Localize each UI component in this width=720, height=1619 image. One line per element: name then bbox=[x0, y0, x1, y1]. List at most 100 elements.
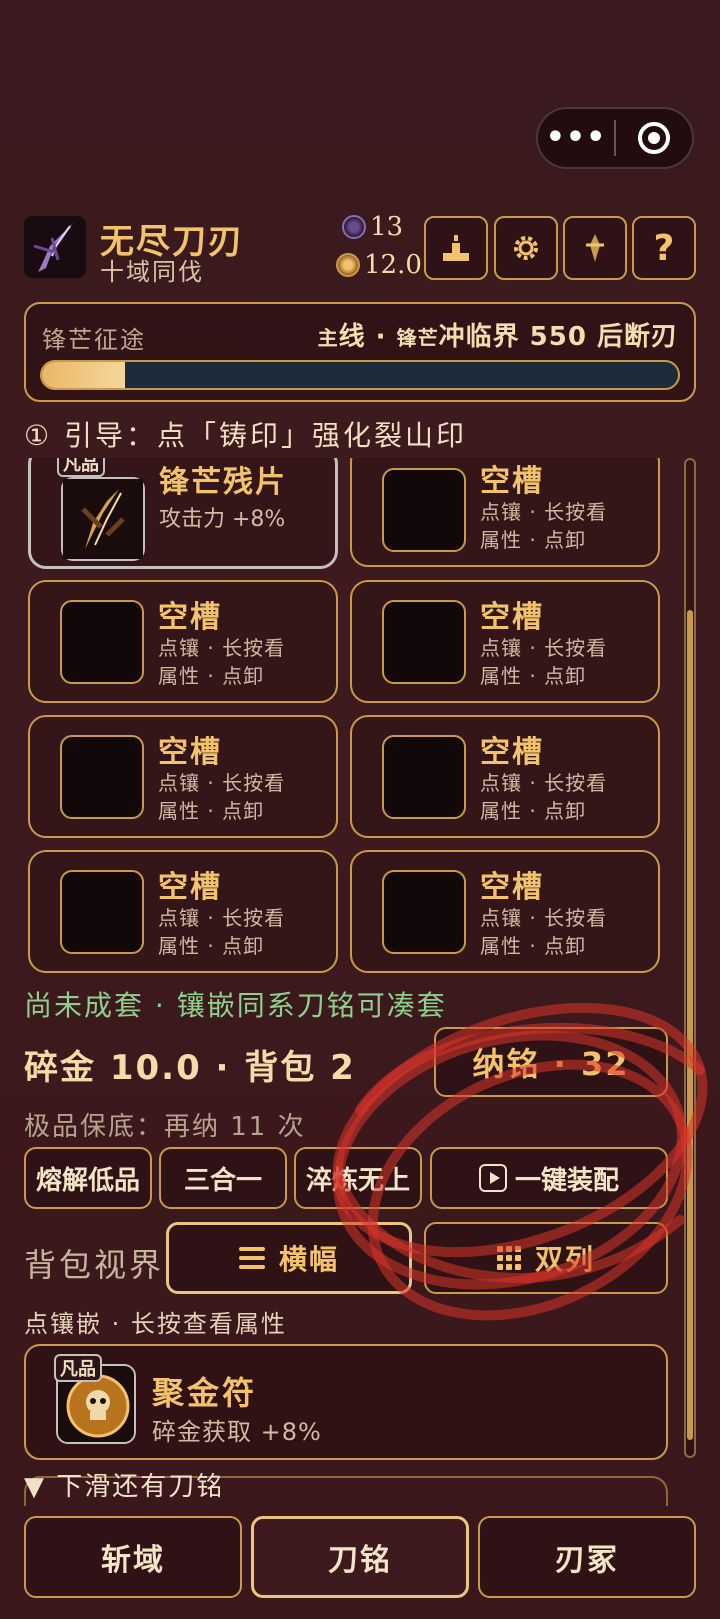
goal-dot: · bbox=[365, 322, 397, 352]
progress-label: 锋芒征途 bbox=[42, 326, 146, 354]
podium-icon bbox=[443, 235, 469, 261]
slot-name: 空槽 bbox=[158, 600, 222, 635]
goal-line: 线 bbox=[338, 322, 366, 352]
help-question-icon: ? bbox=[653, 227, 675, 269]
slot-hint-1: 点镶 · 长按看 bbox=[158, 906, 286, 930]
slot-hint-1: 点镶 · 长按看 bbox=[158, 771, 286, 795]
slot-name: 空槽 bbox=[158, 735, 222, 770]
slot-filled[interactable]: 凡品 锋芒残片 攻击力 +8% bbox=[28, 458, 338, 569]
slot-hint-2: 属性 · 点卸 bbox=[158, 934, 265, 958]
slot-empty-box bbox=[382, 735, 466, 819]
help-button[interactable]: ? bbox=[632, 216, 696, 280]
tab-zhanyu[interactable]: 斩域 bbox=[24, 1516, 242, 1598]
goal-blade: 锋 bbox=[396, 326, 418, 350]
collect-button[interactable]: 纳铭 · 32 bbox=[434, 1027, 668, 1097]
slot-name: 空槽 bbox=[480, 870, 544, 905]
item-name: 聚金符 bbox=[152, 1374, 258, 1412]
slot-empty[interactable]: 空槽 点镶 · 长按看 属性 · 点卸 bbox=[350, 715, 660, 838]
slot-item-image bbox=[61, 477, 145, 561]
game-subtitle: 十域同伐 bbox=[100, 258, 204, 286]
inlay-hint: 点镶嵌 · 长按查看属性 bbox=[24, 1310, 287, 1338]
slot-hint-1: 点镶 · 长按看 bbox=[480, 771, 608, 795]
view-wide-label: 横幅 bbox=[278, 1243, 339, 1276]
rarity-badge: 凡品 bbox=[54, 1354, 102, 1382]
progress-bar bbox=[40, 360, 680, 390]
slot-hint-2: 属性 · 点卸 bbox=[480, 799, 587, 823]
view-label: 背包视界 bbox=[24, 1246, 165, 1284]
stat-crosshair: 13 bbox=[342, 212, 403, 242]
slot-empty-box bbox=[60, 600, 144, 684]
tab-renzhong[interactable]: 刃冢 bbox=[478, 1516, 696, 1598]
item-effect: 碎金获取 +8% bbox=[152, 1418, 322, 1446]
miniprogram-capsule: ••• bbox=[536, 107, 694, 169]
merge-button[interactable]: 三合一 bbox=[159, 1147, 287, 1209]
melt-button[interactable]: 熔解低品 bbox=[24, 1147, 152, 1209]
slot-hint-2: 属性 · 点卸 bbox=[158, 664, 265, 688]
crosshair-icon bbox=[342, 215, 366, 239]
view-double-button[interactable]: 双列 bbox=[424, 1222, 668, 1294]
list-icon bbox=[238, 1247, 265, 1269]
money-backpack: 碎金 10.0 · 背包 2 bbox=[24, 1048, 356, 1088]
slot-empty[interactable]: 空槽 点镶 · 长按看 属性 · 点卸 bbox=[350, 580, 660, 703]
goal-edge: 芒 bbox=[417, 326, 439, 350]
scrollbar-thumb[interactable] bbox=[687, 610, 693, 1440]
gear-icon bbox=[514, 236, 538, 260]
more-dots-icon: ••• bbox=[545, 120, 607, 155]
slot-hint-1: 点镶 · 长按看 bbox=[480, 636, 608, 660]
slot-name: 锋芒残片 bbox=[159, 465, 287, 500]
stat-gold-value: 12.0 bbox=[364, 250, 422, 280]
stat-gold: 12.0 bbox=[336, 250, 422, 280]
slot-hint-1: 点镶 · 长按看 bbox=[158, 636, 286, 660]
view-double-label: 双列 bbox=[534, 1243, 595, 1276]
slot-hint-2: 属性 · 点卸 bbox=[480, 934, 587, 958]
view-wide-button[interactable]: 横幅 bbox=[166, 1222, 412, 1294]
refine-label: 淬炼无上 bbox=[305, 1165, 410, 1196]
bottom-tab-bar: 斩域 刀铭 刃冢 bbox=[0, 1512, 720, 1619]
guide-tip[interactable]: ① 引导：点「铸印」强化裂山印 bbox=[24, 414, 467, 454]
gold-coin-icon bbox=[336, 253, 360, 277]
blade-emblem-icon bbox=[586, 234, 604, 262]
slot-empty[interactable]: 空槽 点镶 · 长按看 属性 · 点卸 bbox=[350, 850, 660, 973]
slot-stat: 攻击力 +8% bbox=[159, 507, 286, 532]
slot-name: 空槽 bbox=[480, 735, 544, 770]
slot-empty[interactable]: 空槽 点镶 · 长按看 属性 · 点卸 bbox=[28, 850, 338, 973]
goal-prefix: 主 bbox=[317, 326, 339, 350]
stat-crosshair-value: 13 bbox=[370, 212, 404, 242]
pity-counter: 极品保底：再纳 11 次 bbox=[24, 1112, 306, 1142]
slot-hint-2: 属性 · 点卸 bbox=[480, 664, 587, 688]
refine-button[interactable]: 淬炼无上 bbox=[294, 1147, 422, 1209]
progress-panel: 锋芒征途 主线 · 锋芒冲临界 550 后断刃 bbox=[24, 302, 696, 402]
slot-empty-box bbox=[60, 735, 144, 819]
progress-goal: 主线 · 锋芒冲临界 550 后断刃 bbox=[318, 316, 678, 353]
auto-equip-button[interactable]: 一键装配 bbox=[430, 1147, 668, 1209]
slot-hint-2: 属性 · 点卸 bbox=[480, 528, 587, 552]
slot-hint-2: 属性 · 点卸 bbox=[158, 799, 265, 823]
game-logo bbox=[24, 216, 86, 278]
slot-hint-1: 点镶 · 长按看 bbox=[480, 500, 608, 524]
set-status: 尚未成套 · 镶嵌同系刀铭可凑套 bbox=[24, 989, 447, 1022]
goal-main: 冲临界 550 后断刃 bbox=[438, 322, 678, 352]
target-icon bbox=[638, 122, 670, 154]
rank-button[interactable] bbox=[424, 216, 488, 280]
slot-name: 空槽 bbox=[480, 600, 544, 635]
tab-daoming[interactable]: 刀铭 bbox=[251, 1516, 469, 1598]
slot-empty[interactable]: 空槽 点镶 · 长按看 属性 · 点卸 bbox=[350, 458, 660, 567]
slot-empty[interactable]: 空槽 点镶 · 长按看 属性 · 点卸 bbox=[28, 715, 338, 838]
slot-empty-box bbox=[60, 870, 144, 954]
close-miniprogram-button[interactable] bbox=[616, 109, 692, 167]
slot-grid: 凡品 锋芒残片 攻击力 +8% 空槽 点镶 · 长按看 属性 · 点卸 空槽 点… bbox=[0, 458, 720, 973]
slot-name: 空槽 bbox=[158, 870, 222, 905]
backpack-item[interactable]: 凡品 聚金符 碎金获取 +8% bbox=[24, 1344, 668, 1460]
merge-label: 三合一 bbox=[183, 1165, 262, 1196]
slot-empty-box bbox=[382, 600, 466, 684]
slot-hint-1: 点镶 · 长按看 bbox=[480, 906, 608, 930]
slot-empty[interactable]: 空槽 点镶 · 长按看 属性 · 点卸 bbox=[28, 580, 338, 703]
blade-hall-button[interactable] bbox=[563, 216, 627, 280]
slot-name: 空槽 bbox=[480, 464, 544, 499]
melt-label: 熔解低品 bbox=[35, 1165, 140, 1196]
progress-bar-fill bbox=[42, 362, 125, 388]
settings-button[interactable] bbox=[494, 216, 558, 280]
scrollbar[interactable] bbox=[684, 458, 696, 1458]
auto-equip-label: 一键装配 bbox=[514, 1165, 619, 1196]
more-menu-button[interactable]: ••• bbox=[538, 109, 614, 167]
